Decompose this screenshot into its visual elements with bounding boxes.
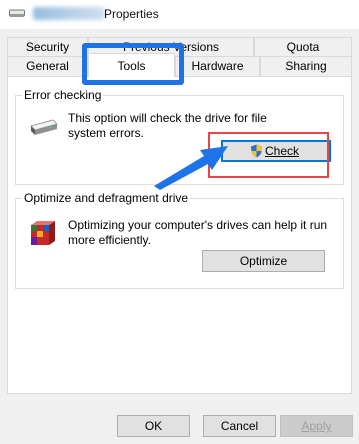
optimize-group: Optimize and defragment drive Optimizing…	[15, 191, 344, 289]
window-title: Properties	[104, 7, 159, 21]
optimize-line2: more efficiently.	[68, 233, 151, 247]
pointer-arrow-icon	[154, 146, 228, 190]
ok-button[interactable]: OK	[117, 415, 190, 437]
title-bar: Properties	[0, 0, 359, 30]
tools-panel: Error checking This option will check th…	[7, 76, 352, 394]
drive-icon	[30, 119, 58, 135]
error-checking-title: Error checking	[22, 88, 104, 102]
optimize-line1: Optimizing your computer's drives can he…	[68, 218, 328, 232]
apply-button: Apply	[280, 415, 353, 437]
optimize-title: Optimize and defragment drive	[22, 191, 191, 205]
blurred-drive-name	[33, 7, 105, 20]
apply-button-label: Apply	[301, 419, 332, 433]
error-checking-line2: system errors.	[68, 126, 145, 140]
tab-quota[interactable]: Quota	[254, 37, 352, 56]
tab-security[interactable]: Security	[7, 37, 88, 56]
properties-dialog: Security Previous Versions Quota General…	[0, 30, 359, 444]
optimize-button-label: Optimize	[239, 254, 288, 268]
tab-sharing[interactable]: Sharing	[260, 56, 352, 76]
tools-tab-highlight	[82, 43, 184, 85]
tab-hardware[interactable]: Hardware	[175, 56, 260, 76]
tab-general[interactable]: General	[7, 56, 88, 76]
drive-icon	[9, 9, 25, 17]
defrag-icon	[31, 221, 55, 245]
error-checking-line1: This option will check the drive for fil…	[68, 111, 267, 125]
cancel-button[interactable]: Cancel	[203, 415, 276, 437]
optimize-button[interactable]: Optimize	[202, 250, 325, 272]
